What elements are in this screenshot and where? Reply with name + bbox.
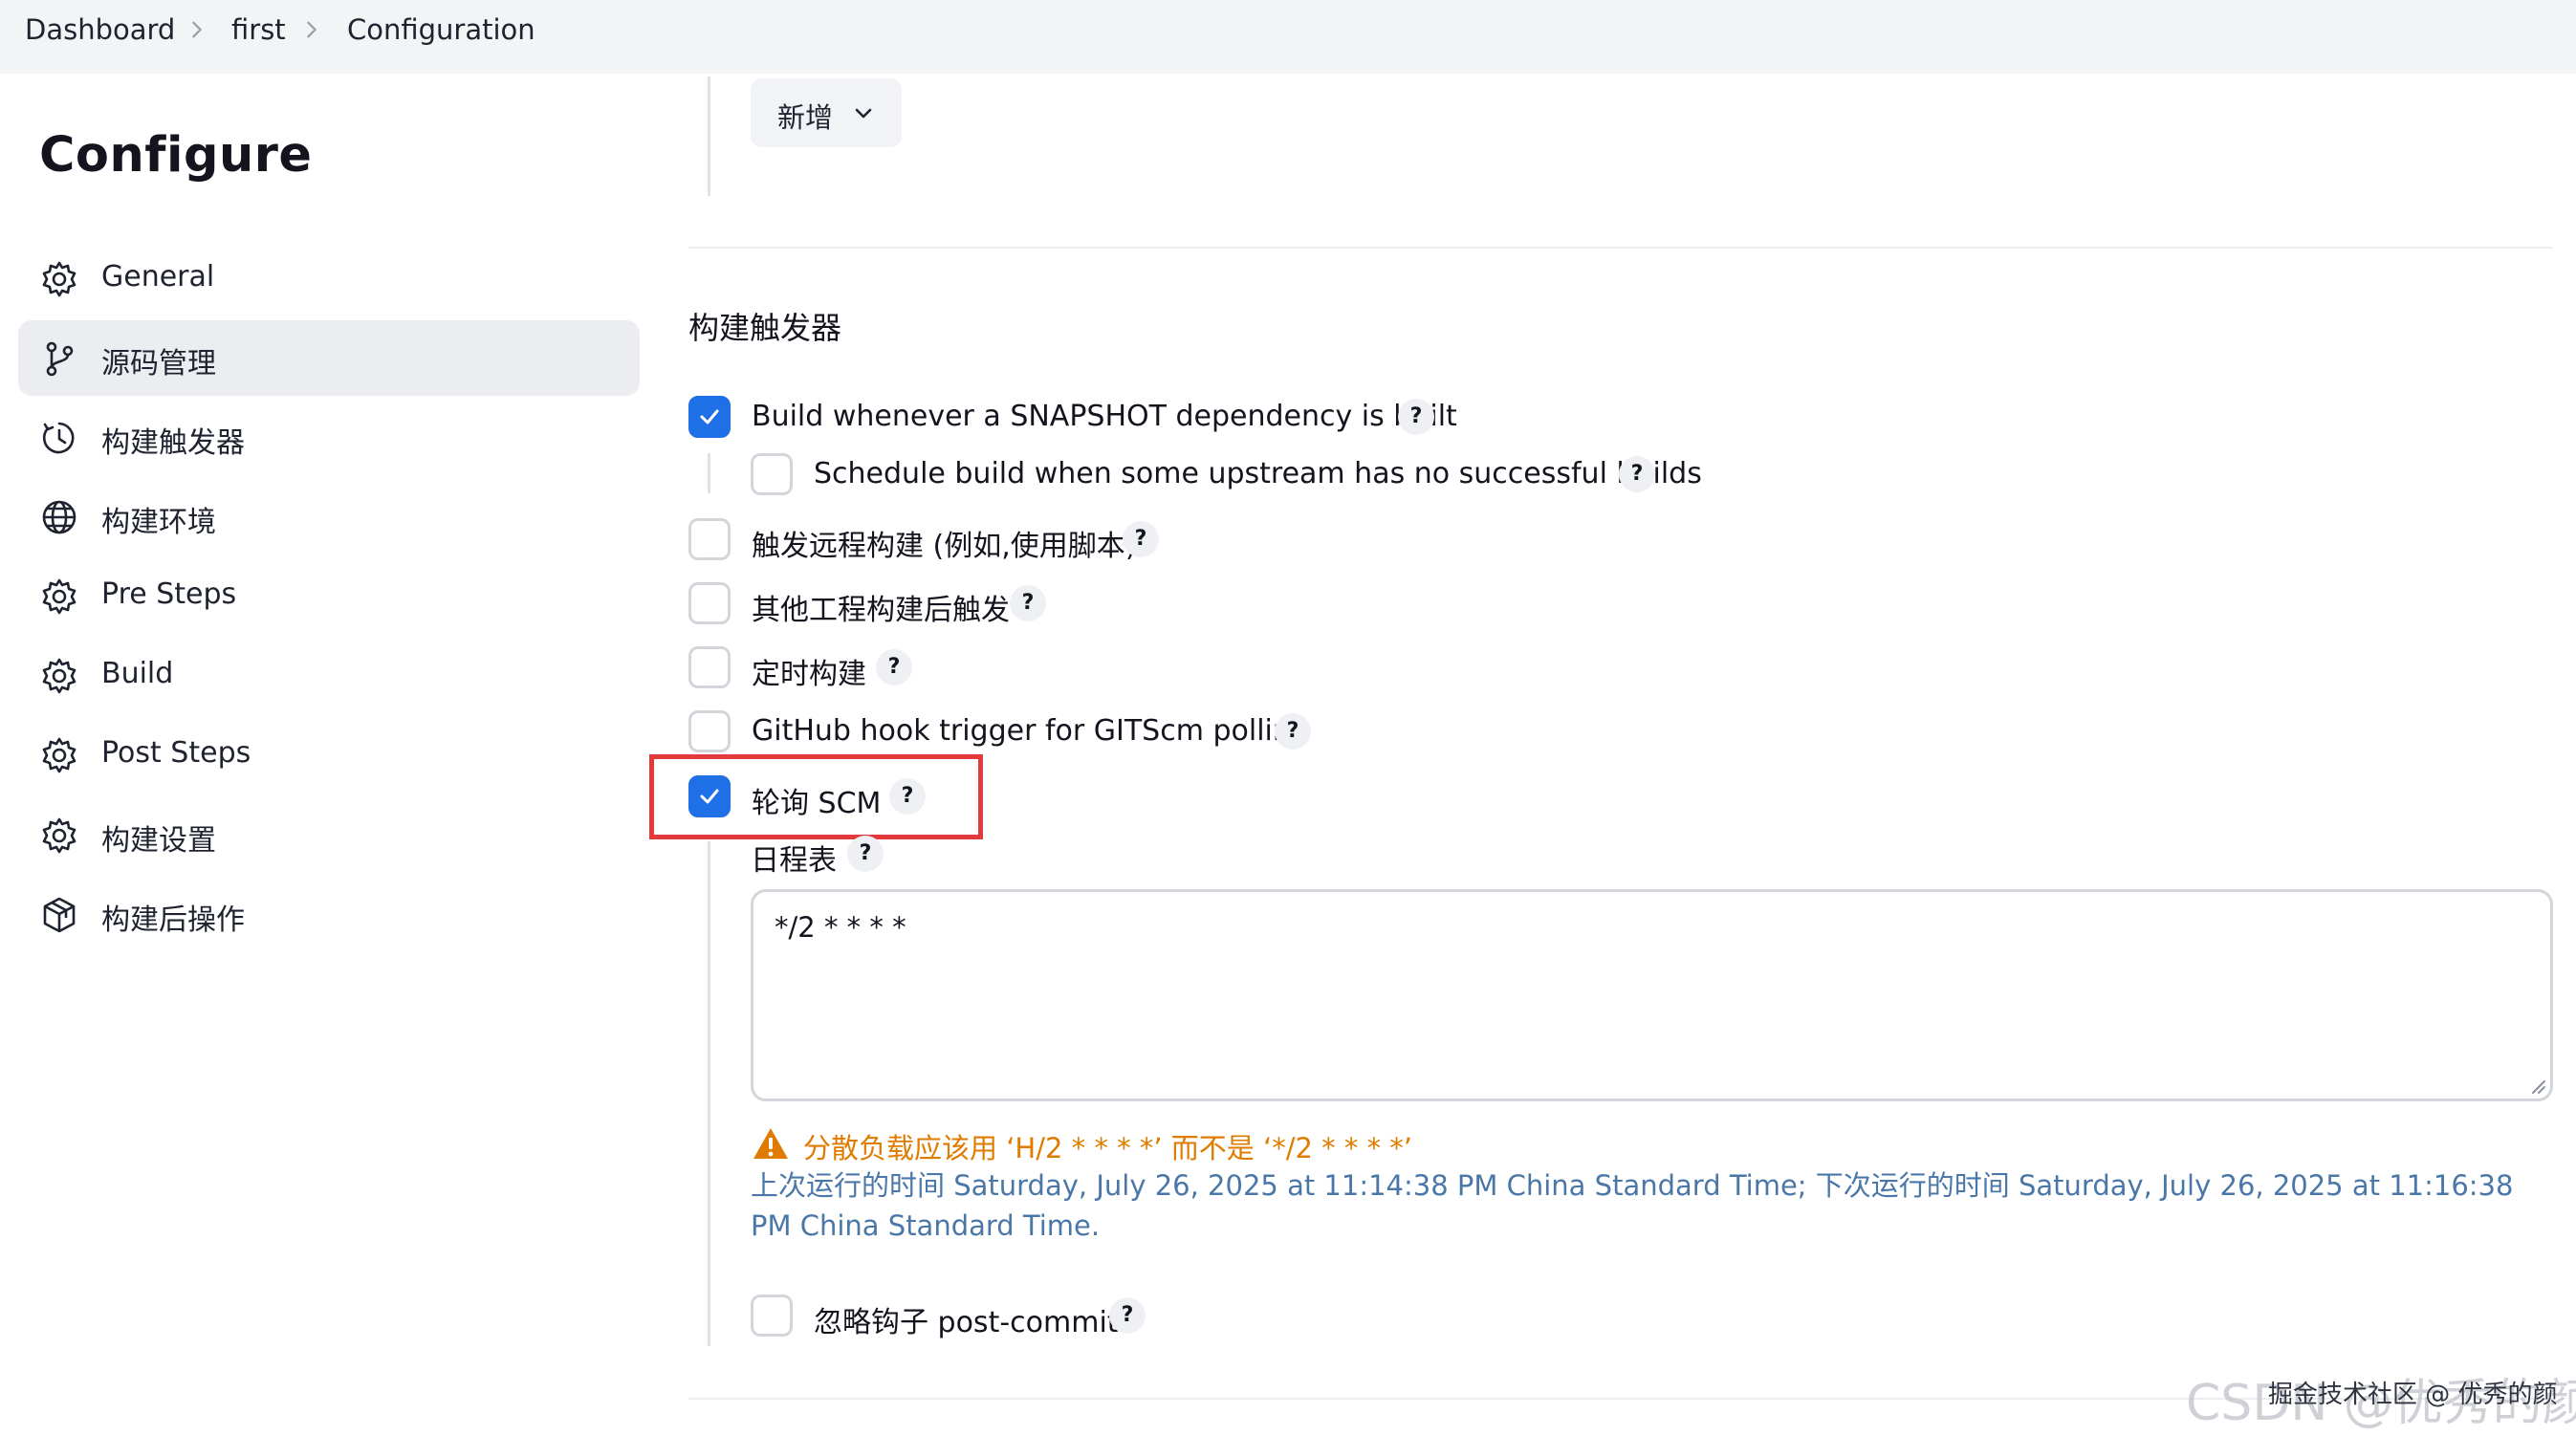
- schedule-label: 日程表: [751, 844, 837, 878]
- section-guide-line: [708, 76, 710, 196]
- help-icon[interactable]: ?: [1109, 1297, 1146, 1334]
- github-hook-label: GitHub hook trigger for GITScm polling: [752, 714, 1309, 748]
- sidebar-item-build[interactable]: Build: [18, 638, 640, 713]
- schedule-run-info: 上次运行的时间 Saturday, July 26, 2025 at 11:14…: [751, 1169, 2514, 1242]
- sidebar-item-build-settings[interactable]: 构建设置: [18, 797, 640, 873]
- sidebar-item-pre-steps[interactable]: Pre Steps: [18, 558, 640, 634]
- chevron-right-icon: [192, 21, 202, 38]
- sidebar-item-label: Build: [101, 657, 174, 690]
- gear-icon: [42, 658, 76, 694]
- chevron-down-icon: [855, 108, 872, 119]
- section-divider: [688, 247, 2553, 249]
- sidebar-item-general[interactable]: General: [18, 241, 640, 316]
- upstream-no-success-label: Schedule build when some upstream has no…: [814, 457, 1702, 490]
- check-icon: [700, 409, 719, 424]
- gear-icon: [42, 817, 76, 854]
- github-hook-checkbox[interactable]: [688, 710, 731, 752]
- after-other-projects-label: 其他工程构建后触发: [752, 594, 1010, 627]
- add-button-label: 新增: [777, 101, 834, 134]
- upstream-no-success-checkbox[interactable]: [751, 453, 793, 495]
- snapshot-dependency-checkbox[interactable]: [688, 396, 731, 438]
- help-icon[interactable]: ?: [1123, 521, 1159, 557]
- sidebar-item-build-triggers[interactable]: 构建触发器: [18, 400, 640, 475]
- sidebar-item-label: 构建后操作: [101, 903, 245, 937]
- help-icon[interactable]: ?: [1010, 585, 1046, 621]
- watermark-sub: 掘金技术社区 @ 优秀的颜: [2268, 1381, 2558, 1409]
- warning-icon: [753, 1128, 788, 1159]
- globe-icon: [42, 500, 76, 534]
- help-icon[interactable]: ?: [847, 836, 884, 872]
- page-title: Configure: [39, 127, 313, 184]
- sidebar-item-label: 构建环境: [101, 506, 216, 539]
- snapshot-dependency-label: Build whenever a SNAPSHOT dependency is …: [752, 400, 1457, 433]
- git-branch-icon: [46, 341, 74, 377]
- schedule-warning: 分散负载应该用 ‘H/2 * * * *’ 而不是 ‘*/2 * * * *’: [803, 1132, 1413, 1164]
- annotation-highlight-box: [649, 754, 983, 839]
- help-icon[interactable]: ?: [1619, 456, 1655, 492]
- gear-icon: [42, 737, 76, 773]
- sidebar-item-post-build-actions[interactable]: 构建后操作: [18, 877, 640, 952]
- breadcrumb: Dashboard first Configuration: [0, 0, 2576, 74]
- gear-icon: [42, 261, 76, 297]
- clock-icon: [42, 422, 75, 454]
- build-periodically-label: 定时构建: [752, 658, 866, 691]
- breadcrumb-dashboard[interactable]: Dashboard: [25, 13, 175, 46]
- sidebar-item-build-environment[interactable]: 构建环境: [18, 479, 640, 555]
- help-icon[interactable]: ?: [876, 649, 912, 685]
- sidebar-item-label: 源码管理: [101, 347, 216, 381]
- sidebar-item-label: Post Steps: [101, 736, 251, 770]
- nested-guide-line: [708, 453, 710, 493]
- ignore-post-commit-label: 忽略钩子 post-commit: [814, 1306, 1119, 1339]
- chevron-right-icon: [307, 21, 317, 38]
- sidebar-item-label: 构建设置: [101, 824, 216, 858]
- gear-icon: [42, 578, 76, 615]
- schedule-textarea[interactable]: */2 * * * *: [751, 889, 2553, 1101]
- remote-trigger-label: 触发远程构建 (例如,使用脚本): [752, 530, 1137, 563]
- resize-handle-icon[interactable]: [2529, 1077, 2546, 1095]
- breadcrumb-first[interactable]: first: [231, 13, 286, 46]
- nested-guide-line: [708, 841, 710, 1346]
- add-button[interactable]: 新增: [751, 78, 902, 147]
- schedule-value: */2 * * * *: [775, 911, 906, 944]
- sidebar-item-post-steps[interactable]: Post Steps: [18, 717, 640, 793]
- sidebar-item-label: Pre Steps: [101, 577, 237, 611]
- after-other-projects-checkbox[interactable]: [688, 582, 731, 624]
- section-title-build-triggers: 构建触发器: [688, 310, 842, 346]
- build-periodically-checkbox[interactable]: [688, 646, 731, 688]
- sidebar-item-label: General: [101, 260, 215, 294]
- help-icon[interactable]: ?: [1275, 713, 1311, 750]
- help-icon[interactable]: ?: [1398, 399, 1434, 435]
- sidebar-item-source-control[interactable]: 源码管理: [18, 320, 640, 396]
- sidebar-item-label: 构建触发器: [101, 426, 245, 460]
- cube-icon: [43, 897, 76, 933]
- remote-trigger-checkbox[interactable]: [688, 518, 731, 560]
- breadcrumb-configuration[interactable]: Configuration: [347, 13, 535, 46]
- ignore-post-commit-checkbox[interactable]: [751, 1295, 793, 1337]
